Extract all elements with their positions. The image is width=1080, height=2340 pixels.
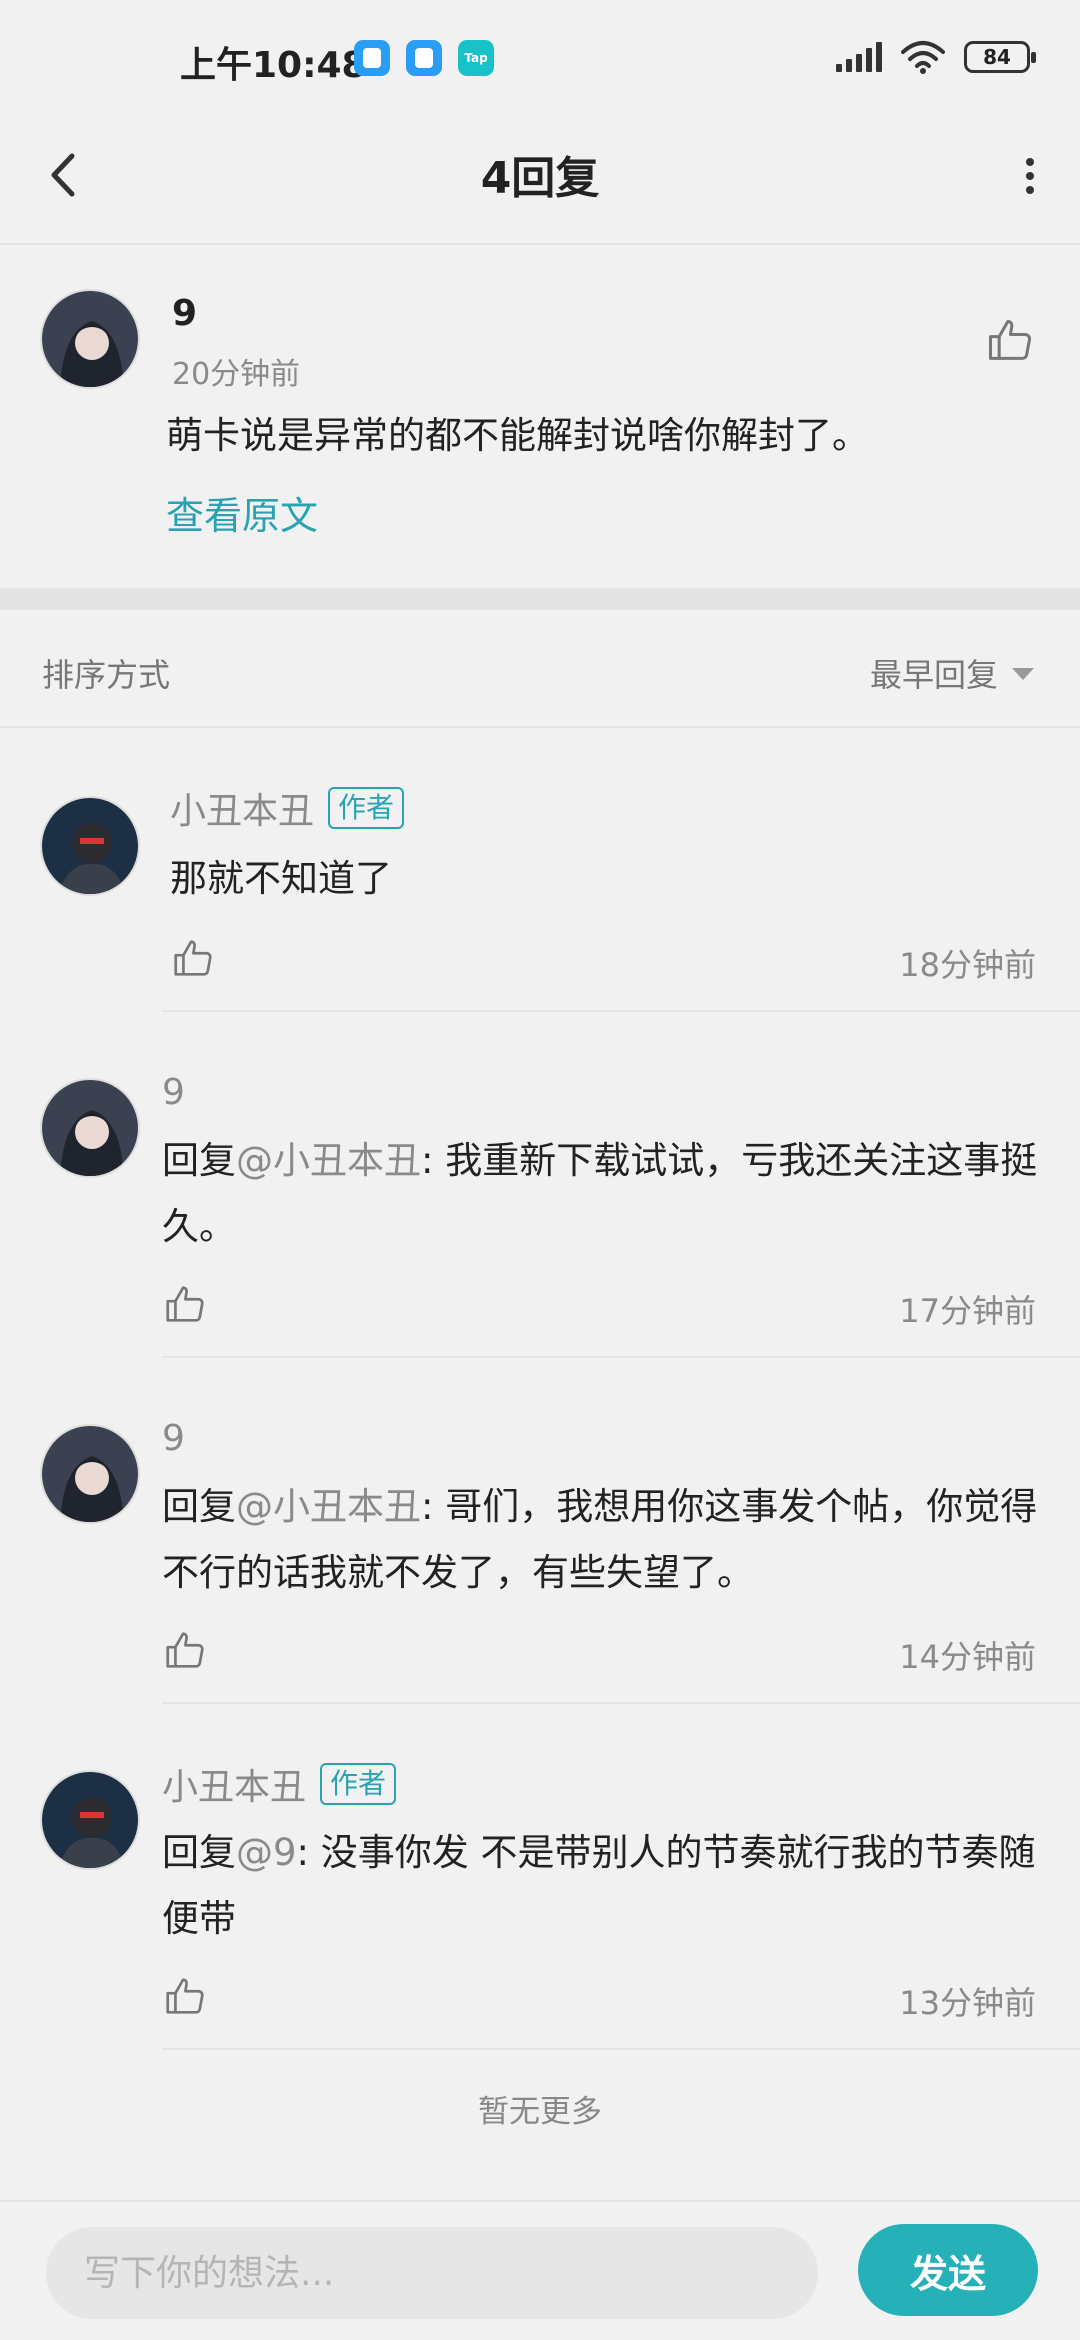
comment-input-bar: 发送 [0, 2200, 1080, 2340]
reply-item: 9 回复@小丑本丑: 我重新下载试试，亏我还关注这事挺久。 17分钟前 [0, 1012, 1080, 1358]
mention-link[interactable]: @9 [236, 1831, 297, 1874]
sort-dropdown[interactable]: 最早回复 [870, 650, 1034, 696]
comment-time: 20分钟前 [172, 357, 301, 392]
battery-icon: 84 [964, 41, 1036, 73]
reply-author-name: 9 [162, 1072, 185, 1113]
reply-author-name: 9 [162, 1418, 185, 1459]
author-badge: 作者 [320, 1763, 397, 1805]
sort-bar: 排序方式 最早回复 [0, 610, 1080, 728]
reply-author-name: 小丑本丑 [162, 1767, 307, 1808]
avatar[interactable] [40, 796, 140, 896]
status-bar: 上午10:48 Tap 84 [0, 0, 1080, 120]
sort-label: 排序方式 [42, 656, 171, 694]
page-title: 4回复 [480, 153, 600, 204]
signal-icon [836, 42, 882, 72]
sort-selected-value: 最早回复 [869, 656, 998, 694]
reply-author[interactable]: 9 [162, 1418, 185, 1459]
thumbs-up-icon[interactable] [170, 936, 216, 982]
send-button[interactable]: 发送 [858, 2224, 1038, 2316]
reply-text: 回复@小丑本丑: 我重新下载试试，亏我还关注这事挺久。 [162, 1128, 1042, 1260]
reply-time: 13分钟前 [899, 1984, 1036, 2022]
app-notification-icon [406, 40, 442, 76]
original-comment: 9 20分钟前 萌卡说是异常的都不能解封说啥你解封了。 查看原文 [0, 247, 1080, 587]
tap-notification-icon: Tap [458, 40, 494, 76]
reply-item: 9 回复@小丑本丑: 哥们，我想用你这事发个帖，你觉得不行的话我就不发了，有些失… [0, 1358, 1080, 1704]
thumbs-up-icon[interactable] [162, 1282, 208, 1328]
reply-body: 那就不知道了 [170, 857, 392, 900]
caret-down-icon [1012, 668, 1034, 680]
comment-input[interactable] [46, 2227, 818, 2319]
reply-time: 17分钟前 [899, 1292, 1036, 1330]
comment-author[interactable]: 9 [172, 293, 197, 334]
reply-author[interactable]: 小丑本丑 作者 [170, 782, 405, 834]
mention-link[interactable]: @小丑本丑 [236, 1139, 421, 1182]
thumbs-up-icon[interactable] [162, 1974, 208, 2020]
reply-text: 回复@9: 没事你发 不是带别人的节奏就行我的节奏随便带 [162, 1820, 1042, 1952]
mention-link[interactable]: @小丑本丑 [236, 1485, 421, 1528]
top-app-bar: 4回复 [0, 120, 1080, 245]
avatar[interactable] [40, 1424, 140, 1524]
no-more-label: 暂无更多 [478, 2094, 602, 2130]
author-badge: 作者 [328, 787, 405, 829]
reply-author[interactable]: 9 [162, 1072, 185, 1113]
view-original-link[interactable]: 查看原文 [166, 485, 318, 540]
avatar[interactable] [40, 1770, 140, 1870]
thumbs-up-icon[interactable] [162, 1628, 208, 1674]
reply-item: 小丑本丑 作者 那就不知道了 18分钟前 [0, 730, 1080, 1012]
section-divider [0, 588, 1080, 610]
wifi-icon [901, 41, 945, 74]
reply-item: 小丑本丑 作者 回复@9: 没事你发 不是带别人的节奏就行我的节奏随便带 13分… [0, 1704, 1080, 2050]
avatar[interactable] [40, 1078, 140, 1178]
reply-author-name: 小丑本丑 [170, 791, 315, 832]
reply-time: 18分钟前 [899, 946, 1036, 984]
avatar[interactable] [40, 289, 140, 389]
more-vertical-icon[interactable] [1010, 146, 1050, 206]
reply-author[interactable]: 小丑本丑 作者 [162, 1758, 397, 1810]
app-notification-icon [354, 40, 390, 76]
status-time: 上午10:48 [180, 45, 367, 86]
reply-separator [162, 2048, 1080, 2050]
thumbs-up-icon[interactable] [984, 315, 1036, 367]
reply-prefix: 回复 [162, 1831, 236, 1874]
reply-text: 那就不知道了 [170, 846, 1050, 912]
comment-text: 萌卡说是异常的都不能解封说啥你解封了。 [166, 414, 869, 457]
system-icons: 84 [836, 40, 1036, 74]
reply-prefix: 回复 [162, 1485, 236, 1528]
reply-prefix: 回复 [162, 1139, 236, 1182]
notification-icons: Tap [354, 40, 494, 76]
reply-text: 回复@小丑本丑: 哥们，我想用你这事发个帖，你觉得不行的话我就不发了，有些失望了… [162, 1474, 1042, 1606]
reply-time: 14分钟前 [899, 1638, 1036, 1676]
